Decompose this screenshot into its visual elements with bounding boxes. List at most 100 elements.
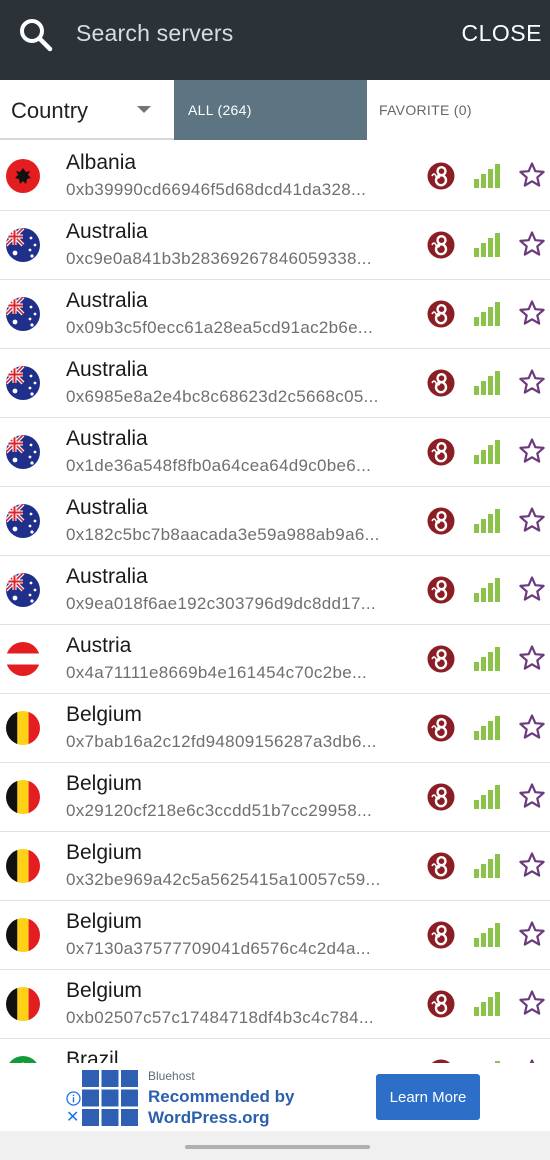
chevron-down-icon bbox=[137, 106, 151, 113]
star-icon[interactable] bbox=[518, 299, 546, 327]
server-row[interactable]: Australia 0x1de36a548f8fb0a64cea64d9c0be6… bbox=[0, 418, 550, 487]
protocol-icon bbox=[427, 783, 455, 811]
server-row[interactable]: Belgium 0xb02507c57c17484718df4b3c4c784..… bbox=[0, 970, 550, 1039]
server-country: Austria bbox=[66, 634, 132, 657]
server-country: Belgium bbox=[66, 772, 142, 795]
flag-belgium-icon bbox=[6, 711, 40, 745]
server-row[interactable]: Belgium 0x32be969a42c5a5625415a10057c59..… bbox=[0, 832, 550, 901]
star-icon[interactable] bbox=[518, 506, 546, 534]
server-row[interactable]: Belgium 0x7bab16a2c12fd94809156287a3db6..… bbox=[0, 694, 550, 763]
star-icon[interactable] bbox=[518, 437, 546, 465]
server-address: 0xb02507c57c17484718df4b3c4c784... bbox=[66, 1008, 374, 1027]
star-icon[interactable] bbox=[518, 713, 546, 741]
server-address: 0x182c5bc7b8aacada3e59a988ab9a6... bbox=[66, 525, 380, 544]
flag-australia-icon bbox=[6, 435, 40, 469]
star-icon[interactable] bbox=[518, 368, 546, 396]
star-icon[interactable] bbox=[518, 920, 546, 948]
signal-strength-icon bbox=[474, 647, 500, 671]
server-row[interactable]: Australia 0x6985e8a2e4bc8c68623d2c5668c05… bbox=[0, 349, 550, 418]
bluehost-logo-icon bbox=[82, 1070, 138, 1126]
search-input[interactable]: Search servers bbox=[76, 20, 233, 47]
protocol-icon bbox=[427, 300, 455, 328]
star-icon[interactable] bbox=[518, 1058, 546, 1063]
server-address: 0x09b3c5f0ecc61a28ea5cd91ac2b6e... bbox=[66, 318, 374, 337]
flag-austria-icon bbox=[6, 642, 40, 676]
star-icon[interactable] bbox=[518, 989, 546, 1017]
signal-strength-icon bbox=[474, 785, 500, 809]
server-address: 0x1de36a548f8fb0a64cea64d9c0be6... bbox=[66, 456, 372, 475]
info-icon[interactable] bbox=[66, 1091, 81, 1106]
star-icon[interactable] bbox=[518, 851, 546, 879]
tab-favorite-label: FAVORITE (0) bbox=[379, 102, 472, 118]
star-icon[interactable] bbox=[518, 782, 546, 810]
flag-australia-icon bbox=[6, 228, 40, 262]
gesture-handle[interactable] bbox=[185, 1145, 370, 1149]
filter-bar: Country ALL (264) FAVORITE (0) bbox=[0, 80, 550, 140]
protocol-icon bbox=[427, 714, 455, 742]
server-country: Belgium bbox=[66, 979, 142, 1002]
flag-belgium-icon bbox=[6, 849, 40, 883]
ad-banner[interactable]: ✕ Bluehost Recommended by WordPress.org … bbox=[62, 1063, 492, 1131]
protocol-icon bbox=[427, 852, 455, 880]
server-address: 0x6985e8a2e4bc8c68623d2c5668c05... bbox=[66, 387, 379, 406]
server-country: Australia bbox=[66, 289, 148, 312]
signal-strength-icon bbox=[474, 716, 500, 740]
flag-belgium-icon bbox=[6, 780, 40, 814]
server-address: 0xb39990cd66946f5d68dcd41da328... bbox=[66, 180, 367, 199]
tab-all[interactable]: ALL (264) bbox=[174, 80, 367, 140]
server-address: 0x29120cf218e6c3ccdd51b7cc29958... bbox=[66, 801, 373, 820]
signal-strength-icon bbox=[474, 578, 500, 602]
server-address: 0xc9e0a841b3b28369267846059338... bbox=[66, 249, 372, 268]
close-icon[interactable]: ✕ bbox=[66, 1110, 79, 1126]
server-address: 0x7bab16a2c12fd94809156287a3db6... bbox=[66, 732, 377, 751]
search-icon[interactable] bbox=[18, 17, 54, 53]
server-row[interactable]: Austria 0x4a71111e8669b4e161454c70c2be... bbox=[0, 625, 550, 694]
server-row[interactable]: Belgium 0x7130a37577709041d6576c4c2d4a... bbox=[0, 901, 550, 970]
server-address: 0x9ea018f6ae192c303796d9dc8dd17... bbox=[66, 594, 376, 613]
protocol-icon bbox=[427, 231, 455, 259]
protocol-icon bbox=[427, 507, 455, 535]
server-country: Australia bbox=[66, 220, 148, 243]
flag-albania-icon bbox=[6, 159, 40, 193]
protocol-icon bbox=[427, 438, 455, 466]
server-country: Australia bbox=[66, 496, 148, 519]
protocol-icon bbox=[427, 990, 455, 1018]
close-button[interactable]: CLOSE bbox=[462, 20, 542, 47]
server-row[interactable]: Belgium 0x29120cf218e6c3ccdd51b7cc29958..… bbox=[0, 763, 550, 832]
ad-headline[interactable]: Recommended by WordPress.org bbox=[148, 1086, 348, 1128]
server-row[interactable]: Australia 0xc9e0a841b3b28369267846059338.… bbox=[0, 211, 550, 280]
protocol-icon bbox=[427, 369, 455, 397]
flag-brazil-icon bbox=[6, 1056, 40, 1063]
tab-favorite[interactable]: FAVORITE (0) bbox=[367, 80, 550, 140]
protocol-icon bbox=[427, 921, 455, 949]
flag-australia-icon bbox=[6, 573, 40, 607]
server-country: Australia bbox=[66, 358, 148, 381]
server-row[interactable]: Australia 0x182c5bc7b8aacada3e59a988ab9a6… bbox=[0, 487, 550, 556]
star-icon[interactable] bbox=[518, 230, 546, 258]
signal-strength-icon bbox=[474, 854, 500, 878]
flag-australia-icon bbox=[6, 504, 40, 538]
server-row[interactable]: Brazil bbox=[0, 1039, 550, 1063]
signal-strength-icon bbox=[474, 440, 500, 464]
server-country: Belgium bbox=[66, 910, 142, 933]
signal-strength-icon bbox=[474, 371, 500, 395]
server-row[interactable]: Albania 0xb39990cd66946f5d68dcd41da328... bbox=[0, 142, 550, 211]
learn-more-button[interactable]: Learn More bbox=[376, 1074, 480, 1120]
server-row[interactable]: Australia 0x9ea018f6ae192c303796d9dc8dd17… bbox=[0, 556, 550, 625]
server-country: Belgium bbox=[66, 841, 142, 864]
protocol-icon bbox=[427, 162, 455, 190]
country-dropdown[interactable]: Country bbox=[0, 80, 174, 140]
server-country: Belgium bbox=[66, 703, 142, 726]
server-row[interactable]: Australia 0x09b3c5f0ecc61a28ea5cd91ac2b6e… bbox=[0, 280, 550, 349]
server-address: 0x4a71111e8669b4e161454c70c2be... bbox=[66, 663, 368, 682]
signal-strength-icon bbox=[474, 923, 500, 947]
tab-all-label: ALL (264) bbox=[188, 102, 252, 118]
server-country: Albania bbox=[66, 151, 137, 174]
server-list[interactable]: Albania 0xb39990cd66946f5d68dcd41da328...… bbox=[0, 142, 550, 1063]
star-icon[interactable] bbox=[518, 644, 546, 672]
star-icon[interactable] bbox=[518, 161, 546, 189]
server-country: Brazil bbox=[66, 1048, 119, 1063]
star-icon[interactable] bbox=[518, 575, 546, 603]
signal-strength-icon bbox=[474, 509, 500, 533]
flag-australia-icon bbox=[6, 297, 40, 331]
